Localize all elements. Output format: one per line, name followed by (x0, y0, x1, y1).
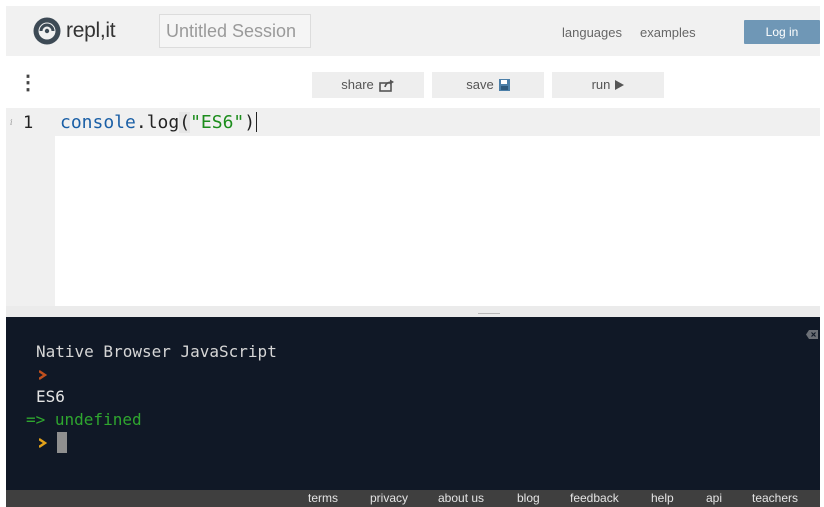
footer-link-api[interactable]: api (706, 491, 722, 505)
play-icon (615, 80, 625, 90)
footer-link-terms[interactable]: terms (308, 491, 338, 505)
code-object: console (60, 112, 136, 133)
editor-caret (256, 112, 258, 132)
toolbar: ⋮ share save run (6, 58, 820, 108)
clear-console-icon[interactable] (806, 330, 818, 339)
share-label: share (341, 77, 374, 92)
session-title-input[interactable]: Untitled Session (159, 14, 311, 48)
save-button[interactable]: save (432, 72, 544, 98)
run-label: run (591, 77, 611, 92)
console-input-caret[interactable] (57, 432, 67, 453)
nav-languages-link[interactable]: languages (562, 25, 622, 40)
share-button[interactable]: share (312, 72, 424, 98)
nav-examples-link[interactable]: examples (640, 25, 696, 40)
code-method: log (146, 112, 180, 133)
run-button[interactable]: run (552, 72, 664, 98)
line-gutter (6, 108, 55, 306)
footer-link-help[interactable]: help (651, 491, 674, 505)
console-result: => undefined (26, 410, 142, 429)
splitter-handle[interactable] (478, 313, 500, 314)
login-button[interactable]: Log in (744, 20, 820, 44)
code-close-paren: ) (244, 112, 256, 133)
footer-link-teachers[interactable]: teachers (752, 491, 798, 505)
code-line[interactable]: console.log("ES6") (60, 112, 258, 133)
code-editor[interactable]: i 1 console.log("ES6") (6, 108, 820, 306)
top-bar: repl,it Untitled Session languages examp… (6, 6, 820, 56)
menu-dots-icon[interactable]: ⋮ (18, 72, 38, 94)
prompt-icon (39, 438, 47, 448)
footer: terms privacy about us blog feedback hel… (6, 490, 820, 507)
share-icon (378, 79, 394, 92)
console-header: Native Browser JavaScript (36, 342, 277, 361)
line-info-icon: i (10, 118, 13, 127)
footer-link-feedback[interactable]: feedback (570, 491, 619, 505)
line-number: 1 (23, 113, 34, 133)
console-output: ES6 (36, 387, 65, 406)
code-string: "ES6" (190, 112, 245, 133)
code-dot: . (135, 112, 147, 133)
footer-link-blog[interactable]: blog (517, 491, 540, 505)
footer-link-about-us[interactable]: about us (438, 491, 484, 505)
logo-text: repl,it (66, 19, 116, 42)
repl-logo-icon (33, 17, 61, 45)
save-icon (498, 79, 510, 91)
code-open-paren: ( (179, 112, 191, 133)
repl-logo[interactable]: repl,it (32, 16, 116, 46)
console-panel[interactable]: Native Browser JavaScript ES6 => undefin… (6, 317, 820, 490)
save-label: save (466, 77, 494, 92)
prompt-icon (39, 370, 47, 380)
footer-link-privacy[interactable]: privacy (370, 491, 408, 505)
pane-splitter[interactable] (6, 306, 820, 317)
